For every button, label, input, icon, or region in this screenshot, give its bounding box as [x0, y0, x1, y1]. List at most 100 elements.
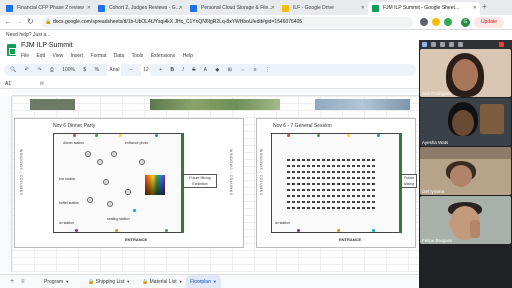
floorplan-title: Nov 6 Dinner Party — [53, 123, 96, 129]
participant-tile[interactable]: Ana Rodriguez — [420, 49, 511, 97]
menu-format[interactable]: Format — [91, 53, 107, 59]
camera-icon[interactable] — [440, 42, 445, 47]
new-tab-button[interactable]: + — [482, 2, 487, 11]
browser-tab-2[interactable]: Cohort 2, Judges Reviews - G... ✕ — [94, 2, 186, 15]
sheet-tab-floorplan[interactable]: Floorplan ▼ — [186, 275, 221, 288]
zoom-select[interactable]: 100% — [62, 67, 75, 73]
stage-label-text: Future Mixing Exhibition — [189, 176, 211, 186]
close-icon[interactable]: ✕ — [473, 2, 477, 15]
sheet-tabs-bar: + ≡ Program ▼ 🔒 Shipping List ▼ 🔒 Material… — [0, 274, 420, 288]
redo-icon[interactable]: ↷ — [37, 67, 41, 73]
italic-icon[interactable]: I — [182, 67, 183, 73]
floorplan-dinner-party[interactable]: Nov 6 Dinner Party Future Mixing Exhibit… — [14, 118, 244, 248]
sheet-tab-shipping-list[interactable]: 🔒 Shipping List ▼ — [84, 275, 134, 288]
marker — [337, 229, 340, 232]
add-sheet-button[interactable]: + — [10, 275, 14, 288]
merge-icon[interactable]: ⇔ — [240, 67, 245, 73]
round-table — [103, 179, 109, 185]
borders-icon[interactable]: ⊞ — [228, 67, 232, 73]
sheets-icon — [372, 5, 379, 12]
url-field[interactable]: 🔒 docs.google.com/spreadsheets/d/1b-UbOL… — [41, 17, 413, 28]
participant-tile[interactable]: Ayesha Wats — [420, 98, 511, 146]
browser-tab-4[interactable]: ILF - Google Drive ✕ — [278, 2, 368, 15]
area-label: dinner station — [63, 141, 85, 145]
area-label: seating station — [107, 217, 130, 221]
font-size-input[interactable]: 12 — [141, 64, 151, 76]
menu-insert[interactable]: Insert — [71, 53, 84, 59]
menu-extensions[interactable]: Extensions — [151, 53, 175, 59]
mic-icon[interactable] — [431, 42, 436, 47]
more-icon[interactable]: ⋮ — [265, 67, 270, 73]
menu-data[interactable]: Data — [114, 53, 125, 59]
bookmarks-bar: Need help? Just a... — [0, 30, 512, 40]
seating-row — [287, 159, 377, 161]
embedded-image-strip[interactable] — [30, 99, 410, 110]
area-label: buffet station — [59, 201, 79, 205]
font-select[interactable]: Arial — [107, 64, 122, 76]
browser-tab-1[interactable]: Financial CFP Phase 2 review ✕ — [2, 2, 94, 15]
doc-title[interactable]: FJM ILP Summit — [21, 42, 73, 49]
menu-edit[interactable]: Edit — [36, 53, 45, 59]
bold-icon[interactable]: B — [170, 67, 174, 73]
row-header[interactable] — [0, 96, 12, 272]
close-icon[interactable]: ✕ — [179, 2, 183, 15]
sheets-logo-icon[interactable] — [7, 44, 16, 56]
search-icon[interactable]: 🔍 — [10, 67, 16, 73]
extension-icon[interactable] — [444, 18, 452, 26]
side-label: WINDOWS / COLUMNS — [19, 149, 23, 196]
font-size-increase[interactable]: + — [159, 67, 162, 73]
back-icon[interactable]: ← — [4, 17, 12, 26]
profile-avatar[interactable]: G — [461, 18, 470, 27]
area-label: av station — [275, 221, 290, 225]
menu-view[interactable]: View — [52, 53, 63, 59]
video-call-toolbar — [419, 40, 512, 49]
font-size-decrease[interactable]: − — [130, 67, 133, 73]
strikethrough-icon[interactable]: S — [192, 67, 195, 73]
forward-icon[interactable]: → — [15, 17, 23, 26]
star-icon[interactable] — [432, 18, 440, 26]
embedded-image[interactable] — [150, 99, 280, 110]
sheet-tab-program[interactable]: Program ▼ — [40, 275, 73, 288]
column-header[interactable] — [12, 89, 420, 96]
update-button[interactable]: Update — [474, 17, 504, 28]
round-table — [125, 189, 131, 195]
undo-icon[interactable]: ↶ — [25, 67, 29, 73]
percent-icon[interactable]: % — [95, 67, 99, 73]
close-icon[interactable]: ✕ — [361, 2, 365, 15]
align-icon[interactable]: ≡ — [254, 67, 257, 73]
participant-tile[interactable]: Izel Iyrama — [420, 147, 511, 195]
menu-help[interactable]: Help — [183, 53, 193, 59]
more-icon[interactable] — [458, 42, 463, 47]
grid-view-icon[interactable] — [422, 42, 427, 47]
leave-call-icon[interactable] — [499, 42, 504, 47]
round-table — [97, 159, 103, 165]
currency-icon[interactable]: $ — [83, 67, 86, 73]
seating-row — [287, 201, 377, 203]
floorplan-general-session[interactable]: Nov 6 - 7 General Session Future Mixing … — [256, 118, 417, 248]
cell-reference[interactable]: A1 — [5, 79, 11, 89]
bookmark-item[interactable]: Need help? Just a... — [6, 32, 50, 38]
docs-icon — [98, 5, 105, 12]
close-icon[interactable]: ✕ — [271, 2, 275, 15]
browser-tab-3[interactable]: Personal Cloud Storage & File... ✕ — [186, 2, 278, 15]
print-icon[interactable]: ⎙ — [50, 67, 54, 73]
text-color-icon[interactable]: A — [204, 67, 207, 73]
participant-video — [450, 165, 472, 187]
participant-tile[interactable]: Felipe Brugues — [420, 196, 511, 244]
sheet-tab-material-list[interactable]: 🔒 Material List ▼ — [138, 275, 187, 288]
browser-tab-5-active[interactable]: FJM ILP Summit - Google Sheet... ✕ — [368, 2, 480, 15]
fill-color-icon[interactable]: ◆ — [215, 67, 219, 73]
close-icon[interactable]: ✕ — [87, 2, 91, 15]
address-bar-row: ← → ↻ 🔒 docs.google.com/spreadsheets/d/1… — [0, 15, 512, 30]
present-icon[interactable] — [449, 42, 454, 47]
menu-tools[interactable]: Tools — [132, 53, 144, 59]
drive-icon — [282, 5, 289, 12]
embedded-image[interactable] — [30, 99, 75, 110]
seating-row — [287, 183, 377, 185]
share-icon[interactable] — [420, 18, 428, 26]
menu-file[interactable]: File — [21, 53, 29, 59]
floorplan-title: Nov 6 - 7 General Session — [273, 123, 332, 129]
all-sheets-icon[interactable]: ≡ — [21, 275, 25, 288]
reload-icon[interactable]: ↻ — [27, 17, 34, 26]
embedded-image[interactable] — [315, 99, 410, 110]
